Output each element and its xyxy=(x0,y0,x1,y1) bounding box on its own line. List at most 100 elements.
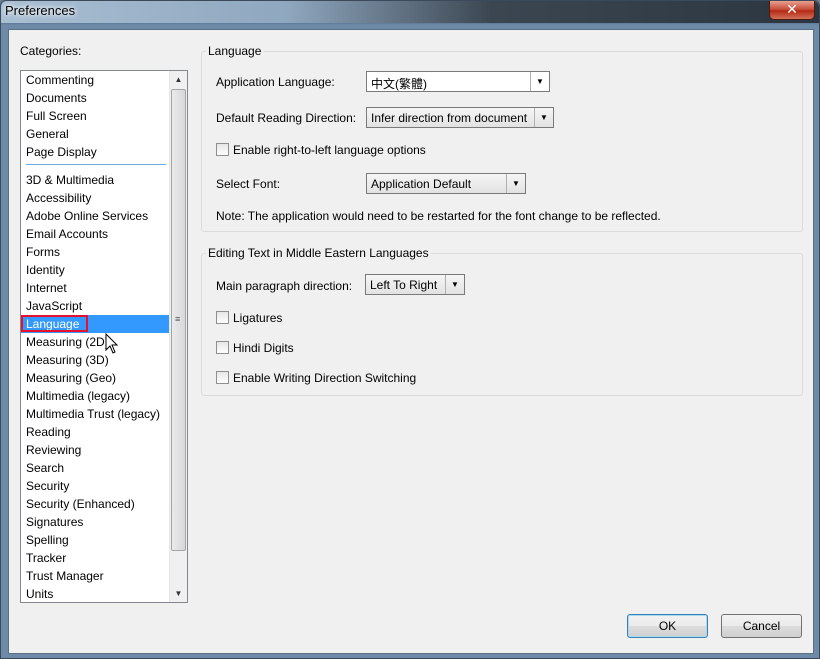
middle-eastern-group: Editing Text in Middle Eastern Languages… xyxy=(201,246,803,396)
categories-scrollbar[interactable]: ▲ ≡ ▼ xyxy=(169,71,187,602)
close-button[interactable]: ✕ xyxy=(769,1,815,20)
font-restart-note: Note: The application would need to be r… xyxy=(216,209,661,223)
category-label: Reading xyxy=(26,425,71,439)
category-item[interactable]: Units xyxy=(21,585,170,602)
category-label: Multimedia Trust (legacy) xyxy=(26,407,161,421)
category-item[interactable]: Adobe Online Services xyxy=(21,207,170,225)
category-label: Adobe Online Services xyxy=(26,209,149,223)
category-item[interactable]: Measuring (Geo) xyxy=(21,369,170,387)
paragraph-direction-value: Left To Right xyxy=(370,278,438,292)
category-item[interactable]: Reviewing xyxy=(21,441,170,459)
scroll-up-icon[interactable]: ▲ xyxy=(170,71,187,88)
select-font-label: Select Font: xyxy=(216,177,281,191)
language-group-title: Language xyxy=(206,44,264,58)
category-label: Security xyxy=(26,479,70,493)
category-item[interactable]: Spelling xyxy=(21,531,170,549)
selection-highlight-box xyxy=(21,315,88,332)
mouse-cursor-icon xyxy=(105,333,119,354)
language-group: Language Application Language: 中文(繁體) ▼ … xyxy=(201,44,803,232)
category-label: Documents xyxy=(26,91,87,105)
hindi-digits-label: Hindi Digits xyxy=(233,341,294,355)
category-item[interactable]: Accessibility xyxy=(21,189,170,207)
category-item[interactable]: Search xyxy=(21,459,170,477)
select-font-dropdown[interactable]: Application Default ▼ xyxy=(366,173,526,194)
categories-list[interactable]: Commenting Documents Full Screen General Pag… xyxy=(20,70,188,603)
paragraph-direction-dropdown[interactable]: Left To Right ▼ xyxy=(365,274,465,295)
category-label: Measuring (2D) xyxy=(26,335,109,349)
dialog-client: Categories: Commenting Documents Full Scre… xyxy=(8,29,814,654)
hindi-digits-row[interactable]: Hindi Digits xyxy=(216,341,294,355)
rtl-options-row[interactable]: Enable right-to-left language options xyxy=(216,143,426,157)
category-label: Trust Manager xyxy=(26,569,104,583)
category-label: Reviewing xyxy=(26,443,82,457)
rtl-options-checkbox[interactable] xyxy=(216,143,229,156)
category-item[interactable]: Commenting xyxy=(21,71,170,89)
category-label: 3D & Multimedia xyxy=(26,173,115,187)
app-language-dropdown[interactable]: 中文(繁體) ▼ xyxy=(366,71,550,92)
category-label: Identity xyxy=(26,263,65,277)
categories-label: Categories: xyxy=(20,44,82,58)
rtl-options-label: Enable right-to-left language options xyxy=(233,143,426,157)
category-item[interactable]: Forms xyxy=(21,243,170,261)
writing-direction-row[interactable]: Enable Writing Direction Switching xyxy=(216,371,416,385)
category-item[interactable]: Full Screen xyxy=(21,107,170,125)
category-item[interactable]: Reading xyxy=(21,423,170,441)
category-label: Spelling xyxy=(26,533,69,547)
category-item[interactable]: Identity xyxy=(21,261,170,279)
category-label: Units xyxy=(26,587,54,601)
category-item[interactable]: JavaScript xyxy=(21,297,170,315)
category-label: General xyxy=(26,127,69,141)
reading-direction-dropdown[interactable]: Infer direction from document ▼ xyxy=(366,107,554,128)
category-label: Email Accounts xyxy=(26,227,109,241)
category-item[interactable]: Security xyxy=(21,477,170,495)
select-font-value: Application Default xyxy=(371,177,472,191)
category-label: Internet xyxy=(26,281,67,295)
cancel-button[interactable]: Cancel xyxy=(721,614,802,638)
category-item[interactable]: Multimedia (legacy) xyxy=(21,387,170,405)
category-item[interactable]: Tracker xyxy=(21,549,170,567)
grip-icon: ≡ xyxy=(175,314,181,324)
category-label: Full Screen xyxy=(26,109,87,123)
category-item[interactable]: Security (Enhanced) xyxy=(21,495,170,513)
category-label: Page Display xyxy=(26,145,97,159)
chevron-down-icon: ▼ xyxy=(506,174,525,193)
title-bar[interactable]: Preferences ✕ xyxy=(1,1,819,23)
category-separator xyxy=(21,161,170,171)
ok-button[interactable]: OK xyxy=(627,614,708,638)
reading-direction-value: Infer direction from document xyxy=(371,111,528,125)
category-item[interactable]: Documents xyxy=(21,89,170,107)
category-item[interactable]: 3D & Multimedia xyxy=(21,171,170,189)
preferences-window: Preferences ✕ Categories: Commenting Docu… xyxy=(0,0,820,659)
category-item[interactable]: Trust Manager xyxy=(21,567,170,585)
scroll-down-icon[interactable]: ▼ xyxy=(170,585,187,602)
close-icon: ✕ xyxy=(786,1,798,17)
category-label: Measuring (Geo) xyxy=(26,371,117,385)
category-item[interactable]: Email Accounts xyxy=(21,225,170,243)
category-item[interactable]: Signatures xyxy=(21,513,170,531)
category-item[interactable]: Measuring (3D) xyxy=(21,351,170,369)
category-item[interactable]: Internet xyxy=(21,279,170,297)
category-label: Search xyxy=(26,461,65,475)
writing-direction-checkbox[interactable] xyxy=(216,371,229,384)
chevron-down-icon: ▼ xyxy=(534,108,553,127)
hindi-digits-checkbox[interactable] xyxy=(216,341,229,354)
category-label: Signatures xyxy=(26,515,84,529)
category-item[interactable]: Page Display xyxy=(21,143,170,161)
writing-direction-label: Enable Writing Direction Switching xyxy=(233,371,417,385)
category-label: Security (Enhanced) xyxy=(26,497,135,511)
category-item[interactable]: Multimedia Trust (legacy) xyxy=(21,405,170,423)
ligatures-row[interactable]: Ligatures xyxy=(216,311,282,325)
category-item[interactable]: General xyxy=(21,125,170,143)
category-label: JavaScript xyxy=(26,299,83,313)
category-item[interactable]: Measuring (2D) xyxy=(21,333,170,351)
category-label: Measuring (3D) xyxy=(26,353,109,367)
ligatures-label: Ligatures xyxy=(233,311,283,325)
category-label: Commenting xyxy=(26,73,95,87)
paragraph-direction-label: Main paragraph direction: xyxy=(216,279,353,293)
app-language-label: Application Language: xyxy=(216,75,335,89)
chevron-down-icon: ▼ xyxy=(445,275,464,294)
category-label: Forms xyxy=(26,245,60,259)
ligatures-checkbox[interactable] xyxy=(216,311,229,324)
scrollbar-thumb[interactable]: ≡ xyxy=(171,89,186,551)
category-item-selected[interactable]: Language xyxy=(21,315,170,333)
